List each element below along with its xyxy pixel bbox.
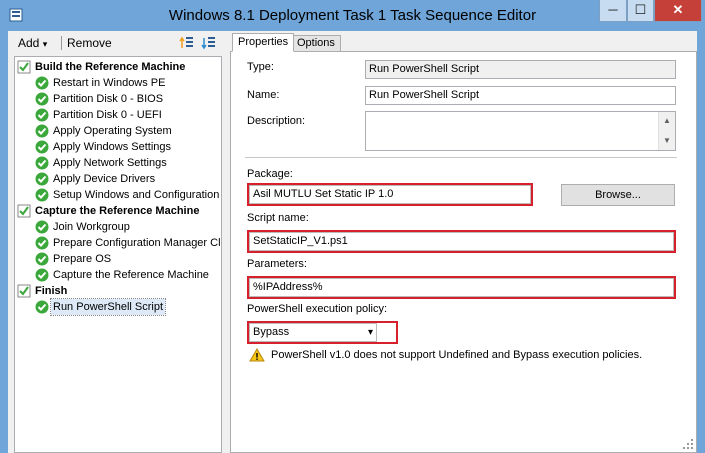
tree-step-label: Prepare OS	[53, 253, 112, 265]
tree-toolbar: Add ▾ Remove	[8, 31, 222, 54]
tree-step-label: Capture the Reference Machine	[53, 269, 209, 281]
add-label: Add	[18, 36, 40, 50]
type-label: Type:	[247, 61, 274, 73]
name-field[interactable]: Run PowerShell Script	[365, 86, 676, 105]
package-label: Package:	[247, 168, 293, 180]
tree-step-label: Setup Windows and Configuration	[53, 189, 220, 201]
remove-button[interactable]: Remove	[67, 36, 112, 50]
tree-step-label: Apply Network Settings	[53, 157, 167, 169]
green-check-icon	[35, 252, 49, 266]
parameters-label: Parameters:	[247, 258, 307, 270]
green-check-icon	[35, 188, 49, 202]
chevron-down-icon: ▾	[42, 39, 48, 49]
scroll-down-icon[interactable]: ▼	[659, 133, 675, 149]
tree-group-label: Finish	[35, 285, 68, 297]
description-scrollbar[interactable]: ▲ ▼	[658, 112, 675, 150]
minimize-button[interactable]: ─	[599, 0, 627, 22]
tab-properties[interactable]: Properties	[232, 33, 295, 52]
green-check-icon	[35, 300, 49, 314]
green-check-icon	[35, 236, 49, 250]
tree-step-label: Apply Windows Settings	[53, 141, 171, 153]
task-sequence-tree[interactable]: Build the Reference Machine Restart in W…	[14, 56, 222, 453]
green-check-icon	[35, 92, 49, 106]
tree-step-label: Run PowerShell Script	[49, 298, 167, 316]
folder-check-icon	[17, 204, 31, 218]
resize-grip-icon[interactable]	[682, 438, 694, 450]
properties-pane: Properties Options Type: Run PowerShell …	[230, 31, 697, 453]
type-field: Run PowerShell Script	[365, 60, 676, 79]
green-check-icon	[35, 156, 49, 170]
tree-step-label: Apply Device Drivers	[53, 173, 156, 185]
tree-step-label: Prepare Configuration Manager Cli	[53, 237, 222, 249]
tab-options[interactable]: Options	[291, 35, 341, 52]
green-check-icon	[35, 140, 49, 154]
editor-window: Windows 8.1 Deployment Task 1 Task Seque…	[0, 0, 705, 453]
description-field[interactable]	[365, 111, 676, 151]
section-divider	[245, 157, 677, 158]
green-check-icon	[35, 124, 49, 138]
toolbar-divider	[61, 36, 62, 50]
script-name-label: Script name:	[247, 212, 309, 224]
scroll-up-icon[interactable]: ▲	[659, 113, 675, 129]
properties-panel: Type: Run PowerShell Script Name: Run Po…	[230, 51, 697, 453]
script-name-highlight	[247, 230, 676, 253]
green-check-icon	[35, 172, 49, 186]
task-sequence-pane: Add ▾ Remove Build the Reference Machine…	[8, 31, 222, 453]
tree-group-label: Capture the Reference Machine	[35, 205, 200, 217]
move-down-icon[interactable]	[201, 35, 217, 51]
close-button[interactable]: ✕	[654, 0, 702, 22]
folder-check-icon	[17, 284, 31, 298]
warning-message: PowerShell v1.0 does not support Undefin…	[271, 349, 643, 361]
folder-check-icon	[17, 60, 31, 74]
green-check-icon	[35, 108, 49, 122]
move-up-icon[interactable]	[179, 35, 195, 51]
add-menu-button[interactable]: Add ▾	[18, 36, 47, 50]
description-label: Description:	[247, 115, 306, 127]
editor-client-area: Add ▾ Remove Build the Reference Machine…	[8, 31, 697, 453]
green-check-icon	[35, 220, 49, 234]
green-check-icon	[35, 268, 49, 282]
tree-step-label: Partition Disk 0 - UEFI	[53, 109, 162, 121]
tree-step-label: Apply Operating System	[53, 125, 172, 137]
execution-policy-highlight	[247, 321, 398, 344]
title-bar[interactable]: Windows 8.1 Deployment Task 1 Task Seque…	[0, 0, 705, 30]
tree-step-label: Restart in Windows PE	[53, 77, 166, 89]
maximize-button[interactable]: ☐	[627, 0, 654, 22]
warning-triangle-icon	[249, 348, 265, 362]
browse-button[interactable]: Browse...	[561, 184, 675, 206]
name-label: Name:	[247, 89, 280, 101]
package-highlight	[247, 183, 533, 206]
tree-step-label: Partition Disk 0 - BIOS	[53, 93, 164, 105]
tree-step-label: Join Workgroup	[53, 221, 130, 233]
tree-group-label: Build the Reference Machine	[35, 61, 186, 73]
execution-policy-label: PowerShell execution policy:	[247, 303, 388, 315]
green-check-icon	[35, 76, 49, 90]
parameters-highlight	[247, 276, 676, 299]
